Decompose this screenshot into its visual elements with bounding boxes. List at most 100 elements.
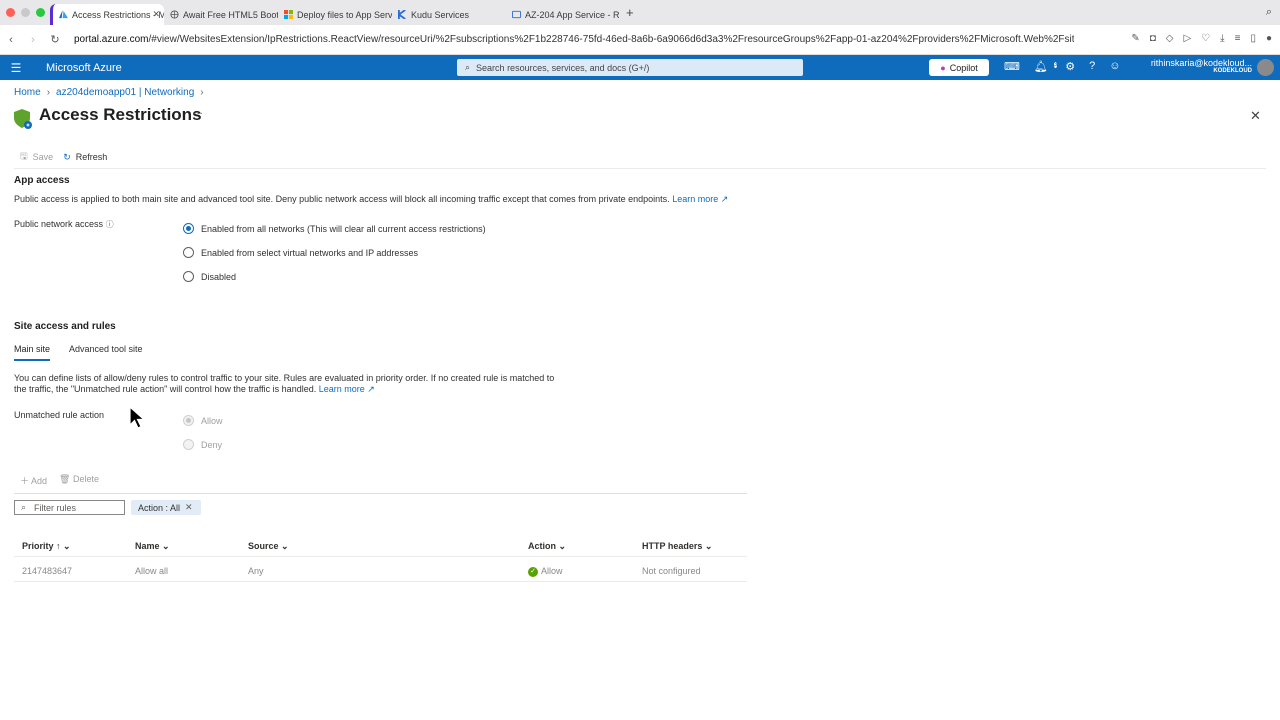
play-icon[interactable]: ▷ <box>1184 33 1192 44</box>
forward-icon[interactable]: › <box>22 34 44 46</box>
rules-table: Priority ↑ ⌄ Name ⌄ Source ⌄ Action ⌄ HT… <box>14 536 747 582</box>
feedback-icon[interactable]: ☺ <box>1109 60 1120 74</box>
menu-icon[interactable]: ≡ <box>1235 33 1241 44</box>
column-name[interactable]: Name ⌄ <box>135 541 170 552</box>
header-icons: ⌨ 🔔︎ 3 ⚙ ? ☺ <box>1004 60 1120 74</box>
learn-more-link[interactable]: Learn more <box>672 194 718 204</box>
notifications-icon[interactable]: 🔔︎ 3 <box>1034 60 1058 74</box>
breadcrumb-home[interactable]: Home <box>14 87 41 98</box>
maximize-window-button[interactable] <box>36 8 45 17</box>
help-icon[interactable]: ? <box>1089 60 1095 74</box>
app-access-heading: App access <box>14 175 70 186</box>
chevron-down-icon: ⌄ <box>281 541 289 551</box>
tab-main-site[interactable]: Main site <box>14 344 51 361</box>
tab-search-icon[interactable]: ⌕ <box>1266 6 1272 19</box>
delete-rule-button[interactable]: 🗑︎ Delete <box>59 474 99 487</box>
window-controls <box>0 8 50 17</box>
hamburger-menu-icon[interactable]: ☰ <box>0 61 32 75</box>
cell-action: ✓ Allow <box>528 566 563 577</box>
download-icon[interactable]: ⤓ <box>1220 33 1224 44</box>
cell-priority: 2147483647 <box>22 566 73 576</box>
divider <box>14 168 1266 169</box>
radio-enabled-select-networks[interactable]: Enabled from select virtual networks and… <box>183 247 418 258</box>
radio-unmatched-allow[interactable]: Allow <box>183 415 223 426</box>
globe-icon <box>170 10 179 19</box>
azure-icon <box>59 10 68 19</box>
radio-enabled-all-networks[interactable]: Enabled from all networks (This will cle… <box>183 223 486 234</box>
heart-icon[interactable]: ♡ <box>1201 33 1210 44</box>
more-options-icon[interactable]: ··· <box>193 108 203 119</box>
address-bar: ‹ › ↻ portal.azure.com/#view/WebsitesExt… <box>0 25 1280 55</box>
column-source[interactable]: Source ⌄ <box>248 541 289 552</box>
breadcrumb-networking[interactable]: az204demoapp01 | Networking <box>56 87 194 98</box>
browser-tab-kudu[interactable]: Kudu Services <box>392 4 506 25</box>
refresh-button[interactable]: ↻ Refresh <box>63 152 107 163</box>
tab-advanced-tool-site[interactable]: Advanced tool site <box>69 344 143 361</box>
browser-tab-access-restrictions[interactable]: Access Restrictions - M ✕ <box>50 4 164 25</box>
filter-rules-input[interactable]: ⌕ Filter rules <box>14 500 125 515</box>
command-bar: 🖫︎ Save ↻ Refresh <box>20 149 107 165</box>
edit-icon[interactable]: ✎ <box>1131 33 1139 44</box>
settings-gear-icon[interactable]: ⚙ <box>1065 60 1075 74</box>
browser-tab-bar: Access Restrictions - M ✕ Await Free HTM… <box>0 0 1280 25</box>
tab-close-icon[interactable]: ✕ <box>152 9 160 20</box>
reload-icon[interactable]: ↻ <box>44 33 66 46</box>
account-menu[interactable]: rithinskaria@kodekloud... KODEKLOUD <box>1140 58 1252 74</box>
mouse-cursor-icon <box>129 406 146 429</box>
info-icon[interactable]: ⓘ <box>106 220 114 229</box>
column-action[interactable]: Action ⌄ <box>528 541 566 552</box>
refresh-icon: ↻ <box>63 151 71 162</box>
plus-icon: ＋ <box>20 476 30 486</box>
minimize-window-button[interactable] <box>21 8 30 17</box>
radio-button[interactable] <box>183 439 194 450</box>
cell-name: Allow all <box>135 566 169 576</box>
back-icon[interactable]: ‹ <box>0 34 22 46</box>
global-search-input[interactable]: ⌕ Search resources, services, and docs (… <box>457 59 803 76</box>
add-rule-button[interactable]: ＋ Add <box>20 474 47 487</box>
url-field[interactable]: portal.azure.com/#view/WebsitesExtension… <box>74 34 1074 45</box>
profile-icon[interactable]: ● <box>1266 33 1272 44</box>
breadcrumb: Home › az204demoapp01 | Networking › <box>14 87 204 98</box>
table-row[interactable]: 2147483647 Allow all Any ✓ Allow Not conf… <box>14 556 747 582</box>
camera-icon[interactable]: ◘ <box>1150 33 1156 44</box>
column-http-headers[interactable]: HTTP headers ⌄ <box>642 541 712 552</box>
check-circle-icon: ✓ <box>528 566 538 577</box>
learn-more-link[interactable]: Learn more <box>319 384 365 394</box>
cloud-shell-icon[interactable]: ⌨ <box>1004 60 1020 74</box>
cell-http-headers: Not configured <box>642 566 701 576</box>
radio-button[interactable] <box>183 247 194 258</box>
radio-disabled[interactable]: Disabled <box>183 271 236 282</box>
chevron-down-icon: ⌄ <box>558 541 567 551</box>
chevron-right-icon: › <box>200 87 204 98</box>
remove-filter-icon[interactable]: ✕ <box>185 502 193 513</box>
sidebar-icon[interactable]: ▯ <box>1250 33 1256 44</box>
new-tab-icon[interactable]: + <box>626 5 634 20</box>
radio-button[interactable] <box>183 415 194 426</box>
close-window-button[interactable] <box>6 8 15 17</box>
azure-brand[interactable]: Microsoft Azure <box>46 62 122 74</box>
copilot-button[interactable]: ● Copilot <box>929 59 989 76</box>
avatar[interactable] <box>1257 59 1274 76</box>
site-tabs: Main site Advanced tool site <box>14 344 143 361</box>
app-access-description: Public access is applied to both main si… <box>14 194 729 204</box>
radio-button[interactable] <box>183 271 194 282</box>
radio-unmatched-deny[interactable]: Deny <box>183 439 222 450</box>
site-access-heading: Site access and rules <box>14 321 116 332</box>
unmatched-rule-action-label: Unmatched rule action <box>14 410 105 420</box>
search-icon: ⌕ <box>465 62 471 72</box>
action-filter-pill[interactable]: Action : All ✕ <box>131 500 201 515</box>
chevron-down-icon: ⌄ <box>704 541 713 551</box>
browser-tab-await[interactable]: Await Free HTML5 Boots <box>164 4 278 25</box>
notification-badge: 3 <box>1053 62 1058 68</box>
radio-button[interactable] <box>183 223 194 234</box>
public-network-access-label: Public network access ⓘ <box>14 219 114 229</box>
browser-tab-deploy[interactable]: Deploy files to App Serv <box>278 4 392 25</box>
shield-icon[interactable]: ◇ <box>1166 33 1174 44</box>
shield-page-icon <box>14 109 32 129</box>
save-button[interactable]: 🖫︎ Save <box>20 149 53 165</box>
browser-tab-az204[interactable]: AZ-204 App Service - R <box>506 4 620 25</box>
close-blade-icon[interactable]: ✕ <box>1250 108 1261 124</box>
cell-source: Any <box>248 566 264 576</box>
chevron-down-icon: ⌄ <box>63 541 71 551</box>
column-priority[interactable]: Priority ↑ ⌄ <box>22 541 71 552</box>
